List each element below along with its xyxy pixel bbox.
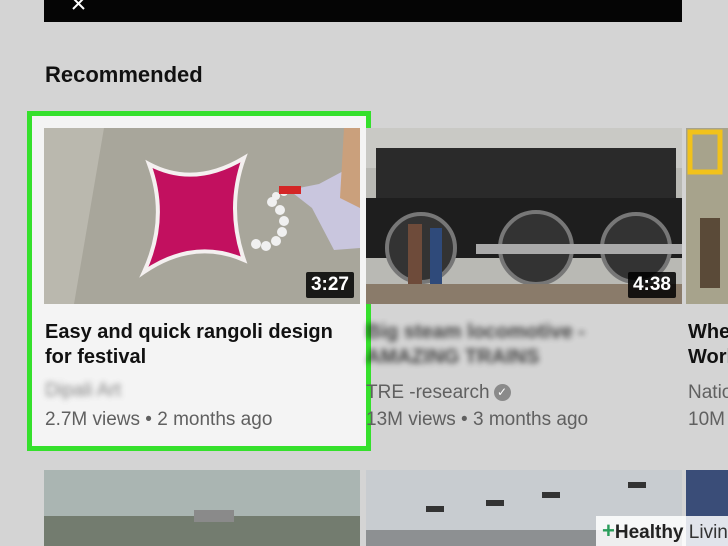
video-channel-name-2: TRE -research: [366, 382, 490, 403]
video-title-3[interactable]: Whe Worl: [688, 320, 728, 370]
video-thumbnail-4[interactable]: [44, 470, 360, 546]
video-card-2[interactable]: 4:38 Big steam locomotive - AMAZING TRAI…: [366, 128, 682, 438]
video-channel-2[interactable]: TRE -research ✓: [366, 382, 511, 404]
video-title-3-line-1: Whe: [688, 321, 728, 343]
video-channel-1[interactable]: Dipali Art: [45, 380, 121, 402]
video-meta-1: 2.7M views • 2 months ago: [45, 409, 273, 430]
healthy-living-watermark: +Healthy Living: [596, 516, 728, 546]
video-channel-3[interactable]: Natio: [688, 382, 728, 404]
video-title-2[interactable]: Big steam locomotive - AMAZING TRAINS: [366, 320, 666, 370]
video-card-1[interactable]: 3:27 Easy and quick rangoli design for f…: [44, 128, 360, 438]
video-thumbnail-2[interactable]: 4:38: [366, 128, 682, 304]
section-title: Recommended: [45, 62, 203, 87]
verified-check-icon: ✓: [493, 384, 511, 402]
video-title-3-line-2: Worl: [688, 346, 728, 368]
video-age-1: 2 months ago: [157, 409, 273, 430]
health-plus-icon: +: [602, 518, 615, 543]
video-views-3: 10M: [688, 409, 725, 430]
video-thumbnail-1[interactable]: 3:27: [44, 128, 360, 304]
video-duration-1: 3:27: [305, 272, 354, 298]
video-duration-2: 4:38: [627, 272, 676, 298]
video-meta-2: 13M views • 3 months ago: [366, 409, 589, 430]
video-title-1[interactable]: Easy and quick rangoli design for festiv…: [45, 320, 345, 370]
video-views-2: 13M views: [366, 409, 456, 430]
video-views-1: 2.7M views: [45, 409, 141, 430]
video-player-bottom-edge[interactable]: [44, 0, 682, 22]
watermark-brand-bold: Healthy: [614, 522, 684, 543]
nat-geo-thumbnail-image: [686, 128, 728, 304]
video-thumbnail-3[interactable]: [686, 128, 728, 304]
watermark-brand-rest: Living: [688, 522, 728, 543]
video-age-2: 3 months ago: [472, 409, 589, 430]
railway-thumbnail-image: [44, 470, 360, 546]
video-card-3[interactable]: Whe Worl Natio 10M: [686, 128, 728, 438]
muted-speaker-icon[interactable]: [70, 0, 90, 14]
